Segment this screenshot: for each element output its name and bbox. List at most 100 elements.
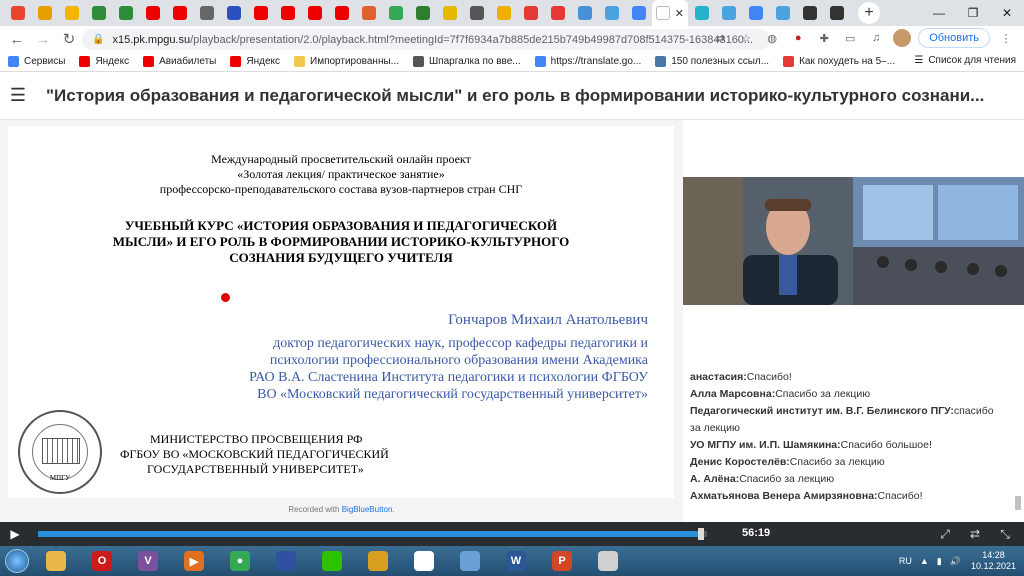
maximize-icon[interactable]: ❐	[956, 0, 990, 26]
taskbar-app[interactable]: P	[540, 547, 584, 575]
reload-icon[interactable]: ↻	[58, 28, 80, 50]
taskbar-app[interactable]: W	[494, 547, 538, 575]
taskbar-app[interactable]	[34, 547, 78, 575]
bookmark-item[interactable]: Яндекс	[230, 56, 280, 67]
browser-tab[interactable]	[382, 0, 409, 26]
start-button[interactable]	[0, 546, 34, 576]
browser-tab[interactable]	[715, 0, 742, 26]
address-bar[interactable]: 🔒 x15.pk.mpgu.su/playback/presentation/2…	[82, 29, 770, 50]
browser-tab[interactable]	[823, 0, 850, 26]
d-icon	[829, 6, 844, 20]
forward-icon[interactable]: →	[32, 28, 54, 50]
update-button[interactable]: Обновить	[918, 28, 990, 48]
browser-tab[interactable]	[328, 0, 355, 26]
taskbar-app[interactable]	[356, 547, 400, 575]
minimize-icon[interactable]: —	[922, 0, 956, 26]
browser-tab[interactable]	[4, 0, 31, 26]
bookmark-item[interactable]: 150 полезных ссыл...	[655, 56, 769, 67]
chevron-up-icon[interactable]: ▲	[920, 556, 929, 566]
webcam-video[interactable]	[683, 177, 1024, 305]
taskbar-app[interactable]: O	[80, 547, 124, 575]
bigbluebutton-link[interactable]: BigBlueButton	[342, 505, 393, 514]
bookmark-item[interactable]: Авиабилеты	[143, 56, 216, 67]
progress-handle[interactable]	[698, 528, 704, 540]
browser-tab[interactable]	[58, 0, 85, 26]
bookmark-star-icon[interactable]: ☆	[736, 28, 756, 48]
course-title-line: СОЗНАНИЯ БУДУЩЕГО УЧИТЕЛЯ	[229, 250, 453, 265]
back-icon[interactable]: ←	[6, 28, 28, 50]
globe-extension-icon[interactable]: ◍	[762, 28, 782, 48]
clock[interactable]: 14:28 10.12.2021	[971, 550, 1016, 572]
chat-text: Спасибо за лекцию	[739, 473, 835, 485]
taskbar-app[interactable]	[402, 547, 446, 575]
reading-list[interactable]: ☰ Список для чтения	[914, 55, 1016, 66]
taskbar-app[interactable]: V	[126, 547, 170, 575]
network-icon[interactable]: ▮	[937, 556, 942, 567]
browser-tab[interactable]	[598, 0, 625, 26]
browser-tab[interactable]	[625, 0, 652, 26]
menu-toggle-icon[interactable]: ☰	[0, 85, 36, 106]
chat-scrollbar[interactable]	[1014, 374, 1022, 520]
avatar[interactable]	[892, 28, 912, 48]
taskbar-app[interactable]	[310, 547, 354, 575]
youtube-icon	[334, 6, 349, 20]
window-controls: — ❐ ✕	[922, 0, 1024, 26]
menu-icon[interactable]: ⋮	[996, 28, 1016, 48]
browser-tab[interactable]	[517, 0, 544, 26]
bookmark-icon	[604, 6, 619, 20]
play-icon[interactable]: ▶	[0, 527, 30, 541]
volume-icon[interactable]: 🔊	[950, 556, 961, 567]
browser-tab[interactable]	[247, 0, 274, 26]
browser-tab[interactable]	[796, 0, 823, 26]
browser-tab[interactable]	[220, 0, 247, 26]
bookmark-item[interactable]: https://translate.go...	[534, 56, 641, 67]
browser-tab[interactable]	[409, 0, 436, 26]
language-indicator[interactable]: RU	[899, 556, 912, 566]
word-icon: W	[506, 551, 526, 571]
d-icon	[802, 6, 817, 20]
browser-tab[interactable]	[544, 0, 571, 26]
active-tab[interactable]: ✕	[652, 0, 688, 26]
taskbar-app[interactable]: ●	[218, 547, 262, 575]
new-tab-button[interactable]: +	[858, 2, 880, 24]
close-window-icon[interactable]: ✕	[990, 0, 1024, 26]
taskbar-app[interactable]	[448, 547, 492, 575]
opera-extension-icon[interactable]: ●	[788, 28, 808, 48]
fullscreen-icon[interactable]: ⤢	[930, 525, 960, 543]
bookmark-item[interactable]: Как похудеть на 5–...	[783, 56, 895, 67]
taskbar-app[interactable]: ▶	[172, 547, 216, 575]
cards-icon	[414, 551, 434, 571]
bookmark-item[interactable]: Шпаргалка по вве...	[413, 56, 521, 67]
bookmark-item[interactable]: Сервисы	[8, 56, 65, 67]
browser-tab[interactable]	[166, 0, 193, 26]
expand-icon[interactable]: ⤡	[990, 525, 1020, 543]
bookmark-item[interactable]: Яндекс	[79, 56, 129, 67]
browser-tab[interactable]	[85, 0, 112, 26]
scrollbar-thumb[interactable]	[1015, 496, 1021, 510]
bookmark-item[interactable]: Импортированны...	[294, 56, 399, 67]
browser-tab[interactable]	[769, 0, 796, 26]
cast-icon[interactable]: ▭	[840, 28, 860, 48]
swap-layout-icon[interactable]: ⇄	[960, 525, 990, 543]
browser-tab[interactable]	[436, 0, 463, 26]
taskbar-app[interactable]	[586, 547, 630, 575]
translate-icon[interactable]: ⇄	[710, 28, 730, 48]
browser-tab[interactable]	[193, 0, 220, 26]
browser-tab[interactable]	[688, 0, 715, 26]
url-host: x15.pk.mpgu.su	[112, 33, 191, 46]
taskbar-app[interactable]	[264, 547, 308, 575]
browser-tab[interactable]	[112, 0, 139, 26]
browser-tab[interactable]	[571, 0, 598, 26]
media-icon[interactable]: ♫	[866, 28, 886, 48]
browser-tab[interactable]	[139, 0, 166, 26]
close-tab-icon[interactable]: ✕	[675, 7, 684, 20]
browser-tab[interactable]	[301, 0, 328, 26]
browser-tab[interactable]	[355, 0, 382, 26]
browser-tab[interactable]	[742, 0, 769, 26]
browser-tab[interactable]	[490, 0, 517, 26]
browser-tab[interactable]	[274, 0, 301, 26]
browser-tab[interactable]	[31, 0, 58, 26]
extensions-icon[interactable]: ✚	[814, 28, 834, 48]
progress-bar[interactable]	[38, 528, 707, 540]
browser-tab[interactable]	[463, 0, 490, 26]
